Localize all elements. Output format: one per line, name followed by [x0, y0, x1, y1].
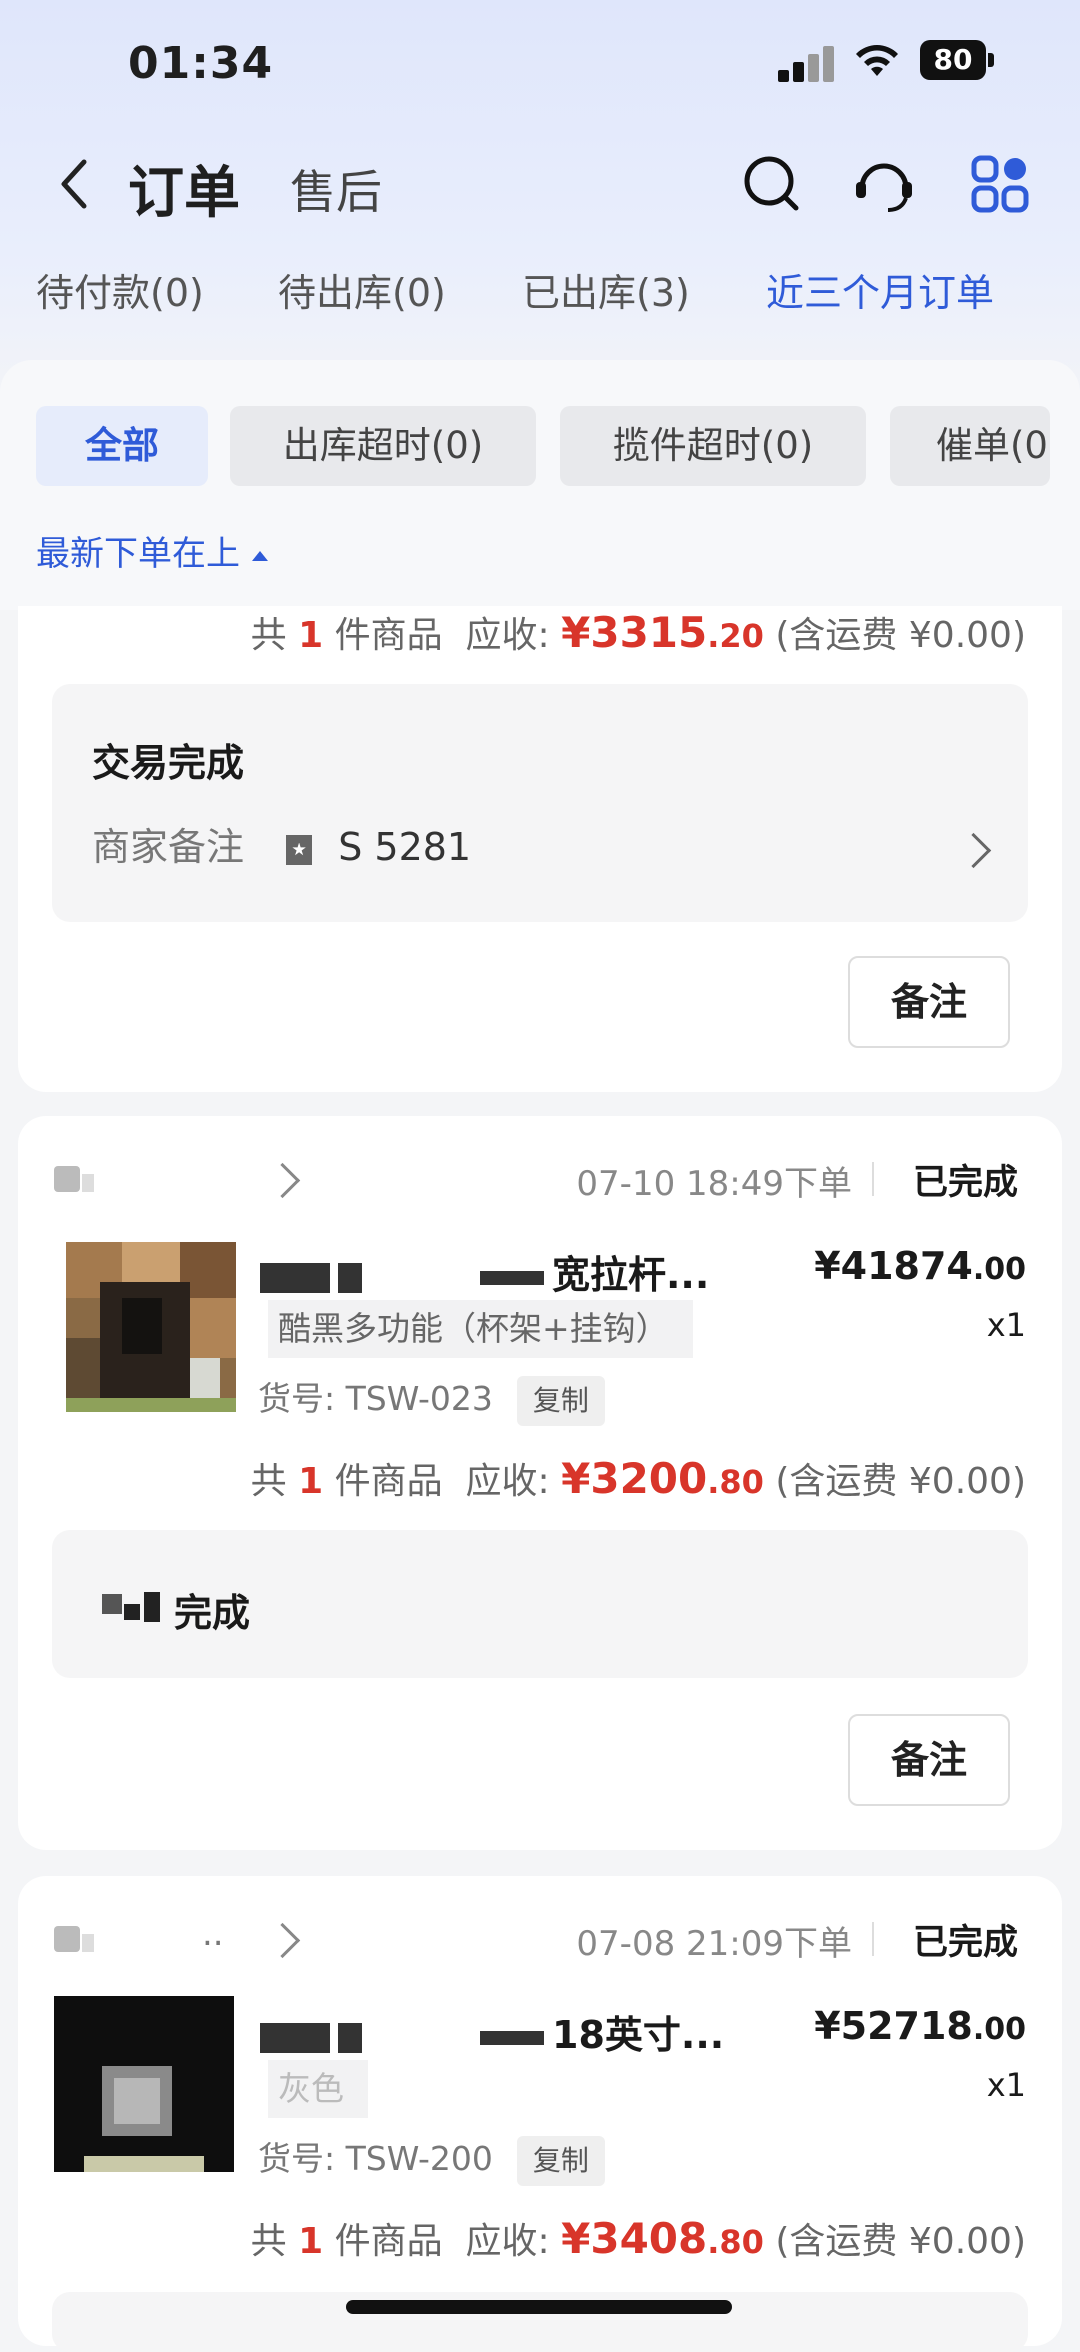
order-status-title: 完成	[174, 1591, 251, 1635]
product-sku: 货号: TSW-023 复制	[258, 1372, 605, 1426]
chevron-right-icon	[955, 832, 992, 869]
merchant-note-value: S 5281	[338, 825, 472, 869]
note-button[interactable]: 备注	[848, 956, 1010, 1048]
sort-toggle[interactable]: 最新下单在上	[36, 526, 268, 575]
filter-reminder[interactable]: 催单(0	[890, 406, 1050, 486]
order-status-box[interactable]: 交易完成 商家备注 S 5281	[52, 684, 1028, 922]
merchant-note-row: 商家备注 S 5281	[92, 816, 471, 871]
customer-service-icon[interactable]	[852, 152, 916, 216]
product-quantity: x1	[986, 1306, 1026, 1344]
order-summary: 共 1 件商品 应收: ¥3408.80 (含运费 ¥0.00)	[250, 2214, 1026, 2263]
filter-all[interactable]: 全部	[36, 406, 208, 486]
copy-button[interactable]: 复制	[516, 1375, 605, 1426]
sku-text: 货号: TSW-200	[258, 2139, 493, 2178]
copy-button[interactable]: 复制	[516, 2135, 605, 2186]
tab-shipped[interactable]: 已出库(3)	[522, 262, 690, 317]
order-status-tabs: 待付款(0) 待出库(0) 已出库(3) 近三个月订单	[0, 262, 1080, 332]
order-summary: 共 1 件商品 应收: ¥3200.80 (含运费 ¥0.00)	[250, 1454, 1026, 1503]
filter-panel: 全部 出库超时(0) 揽件超时(0) 催单(0 最新下单在上	[0, 360, 1080, 610]
sort-up-triangle-icon	[252, 550, 268, 561]
order-time: 07-10 18:49下单	[576, 1164, 852, 1204]
divider	[872, 1922, 874, 1956]
page-title: 订单	[128, 161, 240, 226]
note-button[interactable]: 备注	[848, 1714, 1010, 1806]
product-spec: 灰色	[268, 2060, 368, 2118]
product-price: ¥41874.00	[814, 1244, 1026, 1288]
order-status-box[interactable]: 完成	[52, 1530, 1028, 1678]
filter-shipment-overdue[interactable]: 出库超时(0)	[230, 406, 536, 486]
product-title[interactable]: 18英寸...	[260, 2004, 820, 2059]
search-icon[interactable]	[740, 152, 804, 216]
filter-pickup-overdue[interactable]: 揽件超时(0)	[560, 406, 866, 486]
product-thumbnail[interactable]	[54, 1996, 234, 2172]
shop-row[interactable]: 07-10 18:49下单 已完成	[52, 1154, 1032, 1204]
cellular-signal-icon	[778, 46, 836, 82]
shop-icon	[54, 1166, 94, 1192]
tab-recent-three-months[interactable]: 近三个月订单	[766, 262, 994, 317]
product-spec: 酷黑多功能（杯架+挂钩）	[268, 1300, 693, 1358]
merchant-note-label: 商家备注	[92, 825, 245, 869]
bookmark-star-icon	[286, 834, 313, 865]
product-sku: 货号: TSW-200 复制	[258, 2132, 605, 2186]
status-bar: 01:34 80	[0, 0, 1080, 130]
home-indicator[interactable]	[346, 2300, 732, 2314]
wifi-icon	[856, 45, 898, 76]
sort-label: 最新下单在上	[36, 534, 240, 574]
order-time: 07-08 21:09下单	[576, 1924, 852, 1964]
product-price: ¥52718.00	[814, 2004, 1026, 2048]
order-status: 已完成	[912, 1163, 1018, 1203]
product-thumbnail[interactable]	[66, 1242, 236, 1412]
order-status-title: 交易完成	[92, 741, 245, 785]
status-time: 01:34	[128, 38, 274, 89]
shop-name: ..	[202, 1914, 224, 1954]
tab-pending-payment[interactable]: 待付款(0)	[36, 262, 204, 317]
tab-pending-shipment[interactable]: 待出库(0)	[278, 262, 446, 317]
chevron-right-icon	[264, 1162, 301, 1199]
battery-level: 80	[920, 40, 986, 80]
order-card: 07-10 18:49下单 已完成 宽拉杆... ¥41874.00 x1 酷黑…	[18, 1116, 1062, 1850]
product-quantity: x1	[986, 2066, 1026, 2104]
shop-row[interactable]: .. 07-08 21:09下单 已完成	[52, 1914, 1032, 1964]
product-title[interactable]: 宽拉杆...	[260, 1244, 820, 1299]
back-arrow-icon[interactable]	[54, 156, 94, 212]
order-summary: 共 1 件商品 应收: ¥3315.20 (含运费 ¥0.00)	[250, 608, 1026, 657]
apps-grid-icon[interactable]	[968, 152, 1032, 216]
sku-text: 货号: TSW-023	[258, 1379, 493, 1418]
chevron-right-icon	[264, 1922, 301, 1959]
order-status: 已完成	[912, 1923, 1018, 1963]
order-card: 共 1 件商品 应收: ¥3315.20 (含运费 ¥0.00) 交易完成 商家…	[18, 606, 1062, 1092]
after-sale-tab[interactable]: 售后	[290, 156, 382, 222]
order-card: .. 07-08 21:09下单 已完成 18英寸... ¥52718.00 x…	[18, 1876, 1062, 2352]
battery-icon: 80	[920, 40, 996, 80]
nav-header: 订单 售后	[0, 130, 1080, 240]
divider	[872, 1162, 874, 1196]
shop-icon	[54, 1926, 94, 1952]
